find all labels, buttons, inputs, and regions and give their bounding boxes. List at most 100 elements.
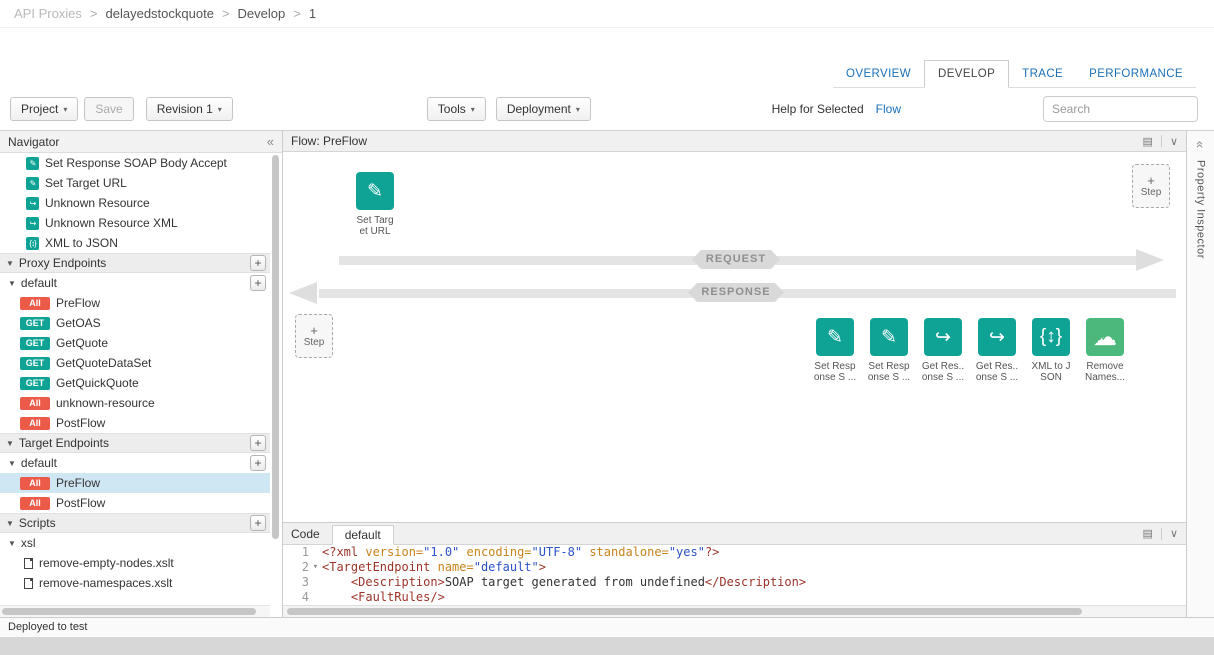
- navigator-row-default[interactable]: ▼default+: [0, 273, 270, 293]
- collapse-navigator-icon[interactable]: «: [267, 134, 274, 149]
- navigator-row-remove-namespaces-xslt[interactable]: remove-namespaces.xslt: [0, 573, 270, 593]
- navigator-vertical-scrollbar[interactable]: [272, 155, 281, 601]
- deployment-menu-button[interactable]: Deployment ▾: [496, 97, 591, 121]
- navigator-row-scripts[interactable]: ▼ Scripts +: [0, 513, 270, 533]
- flow-label: PreFlow: [56, 296, 100, 310]
- edit-icon[interactable]: ✎: [356, 172, 394, 210]
- file-label: remove-namespaces.xslt: [39, 576, 172, 590]
- property-inspector-rail[interactable]: « Property Inspector: [1186, 131, 1214, 617]
- step-button-label: Step: [1141, 187, 1162, 198]
- tab-trace[interactable]: TRACE: [1009, 61, 1076, 87]
- navigator-row-getquickquote[interactable]: GETGetQuickQuote: [0, 373, 270, 393]
- navigator-row-set-response-soap-body-accept[interactable]: ✎Set Response SOAP Body Accept: [0, 153, 270, 173]
- navigator-row-set-target-url[interactable]: ✎Set Target URL: [0, 173, 270, 193]
- add-response-step-button[interactable]: + Step: [295, 314, 333, 358]
- collapse-panel-icon[interactable]: ∨: [1170, 527, 1178, 540]
- navigator-row-getquotedataset[interactable]: GETGetQuoteDataSet: [0, 353, 270, 373]
- scrollbar-thumb[interactable]: [2, 608, 256, 615]
- chevron-expanded-icon[interactable]: ▼: [6, 439, 14, 448]
- expand-inspector-icon[interactable]: «: [1193, 141, 1208, 148]
- breadcrumb: API Proxies>delayedstockquote>Develop>1: [0, 0, 1214, 28]
- breadcrumb-item-api-proxies[interactable]: API Proxies: [14, 6, 82, 21]
- chevron-expanded-icon[interactable]: ▼: [8, 279, 16, 288]
- chevron-expanded-icon[interactable]: ▼: [8, 539, 16, 548]
- navigator-row-xsl[interactable]: ▼xsl: [0, 533, 270, 553]
- chevron-expanded-icon[interactable]: ▼: [8, 459, 16, 468]
- tab-performance[interactable]: PERFORMANCE: [1076, 61, 1196, 87]
- code-editor[interactable]: 1<?xml version="1.0" encoding="UTF-8" st…: [283, 545, 1186, 617]
- add-button[interactable]: +: [250, 255, 266, 271]
- fold-marker-icon[interactable]: ▾: [309, 560, 322, 575]
- fold-marker-icon: [309, 575, 322, 590]
- chevron-expanded-icon[interactable]: ▼: [6, 259, 14, 268]
- breadcrumb-separator: >: [90, 6, 98, 21]
- step-label: Set Response S ...: [810, 361, 860, 383]
- code-tab-default[interactable]: default: [332, 525, 394, 545]
- navigator-row-xml-to-json[interactable]: {↕}XML to JSON: [0, 233, 270, 253]
- navigator-horizontal-scrollbar[interactable]: [0, 605, 270, 617]
- revision-menu-button[interactable]: Revision 1 ▾: [146, 97, 233, 121]
- code-horizontal-scrollbar[interactable]: [283, 605, 1186, 617]
- navigator-row-preflow[interactable]: AllPreFlow: [0, 293, 270, 313]
- chevron-expanded-icon[interactable]: ▼: [6, 519, 14, 528]
- revision-menu-label: Revision 1: [157, 102, 213, 116]
- add-button[interactable]: +: [250, 515, 266, 531]
- flow-label: PostFlow: [56, 496, 105, 510]
- navigator-row-getquote[interactable]: GETGetQuote: [0, 333, 270, 353]
- flow-help-link[interactable]: Flow: [876, 102, 901, 116]
- tools-menu-button[interactable]: Tools ▾: [427, 97, 486, 121]
- panel-layout-icon[interactable]: ▤: [1143, 527, 1153, 540]
- navigator-row-unknown-resource[interactable]: Allunknown-resource: [0, 393, 270, 413]
- save-button[interactable]: Save: [84, 97, 133, 121]
- project-menu-button[interactable]: Project ▾: [10, 97, 78, 121]
- scrollbar-thumb[interactable]: [287, 608, 1082, 615]
- section-label: Scripts: [19, 516, 56, 530]
- tab-develop[interactable]: DEVELOP: [924, 60, 1009, 88]
- edit-icon[interactable]: ✎: [870, 318, 908, 356]
- file-icon: [24, 558, 33, 569]
- status-bar: Deployed to test: [0, 617, 1214, 637]
- breadcrumb-separator: >: [222, 6, 230, 21]
- code-panel-label: Code: [291, 527, 320, 541]
- callout-icon[interactable]: ↪: [978, 318, 1016, 356]
- add-button[interactable]: +: [250, 455, 266, 471]
- add-button[interactable]: +: [250, 275, 266, 291]
- navigator-header: Navigator «: [0, 131, 282, 153]
- add-request-step-button[interactable]: + Step: [1132, 164, 1170, 208]
- callout-icon[interactable]: ↪: [924, 318, 962, 356]
- method-badge: GET: [20, 357, 50, 370]
- navigator-row-postflow[interactable]: AllPostFlow: [0, 413, 270, 433]
- section-label: default: [21, 456, 57, 470]
- breadcrumb-item-delayedstockquote[interactable]: delayedstockquote: [106, 6, 214, 21]
- navigator-row-unknown-resource[interactable]: ↪Unknown Resource: [0, 193, 270, 213]
- cloud-check-icon[interactable]: ☁✓: [1086, 318, 1124, 356]
- navigator-row-postflow[interactable]: AllPostFlow: [0, 493, 270, 513]
- navigator-row-preflow[interactable]: AllPreFlow: [0, 473, 270, 493]
- code-line-2: 2▾<TargetEndpoint name="default">: [283, 560, 1186, 575]
- navigator-row-proxy-endpoints[interactable]: ▼Proxy Endpoints+: [0, 253, 270, 273]
- scrollbar-thumb[interactable]: [272, 155, 279, 539]
- page-header: OVERVIEWDEVELOPTRACEPERFORMANCE Project …: [0, 28, 1214, 130]
- method-badge: All: [20, 477, 50, 490]
- navigator-row-target-endpoints[interactable]: ▼Target Endpoints+: [0, 433, 270, 453]
- chevron-down-icon: ▾: [471, 105, 475, 114]
- edit-icon[interactable]: ✎: [816, 318, 854, 356]
- tab-overview[interactable]: OVERVIEW: [833, 61, 924, 87]
- flow-label: unknown-resource: [56, 396, 155, 410]
- breadcrumb-item-develop[interactable]: Develop: [238, 6, 286, 21]
- response-step-3: ↪Get Res..onse S ...: [923, 318, 963, 383]
- xml-to-json-icon[interactable]: {↕}: [1032, 318, 1070, 356]
- navigator-title: Navigator: [8, 135, 59, 149]
- xml-to-json-icon: {↕}: [26, 237, 39, 250]
- panel-layout-icon[interactable]: ▤: [1143, 135, 1153, 148]
- collapse-panel-icon[interactable]: ∨: [1170, 135, 1178, 148]
- request-step-1: ✎Set Target URL: [355, 172, 395, 237]
- tab-bar: OVERVIEWDEVELOPTRACEPERFORMANCE: [833, 60, 1196, 88]
- add-button[interactable]: +: [250, 435, 266, 451]
- breadcrumb-item-1[interactable]: 1: [309, 6, 316, 21]
- search-input[interactable]: [1043, 96, 1198, 122]
- navigator-row-default[interactable]: ▼ default +: [0, 453, 270, 473]
- navigator-row-unknown-resource-xml[interactable]: ↪Unknown Resource XML: [0, 213, 270, 233]
- navigator-row-getoas[interactable]: GETGetOAS: [0, 313, 270, 333]
- navigator-row-remove-empty-nodes-xslt[interactable]: remove-empty-nodes.xslt: [0, 553, 270, 573]
